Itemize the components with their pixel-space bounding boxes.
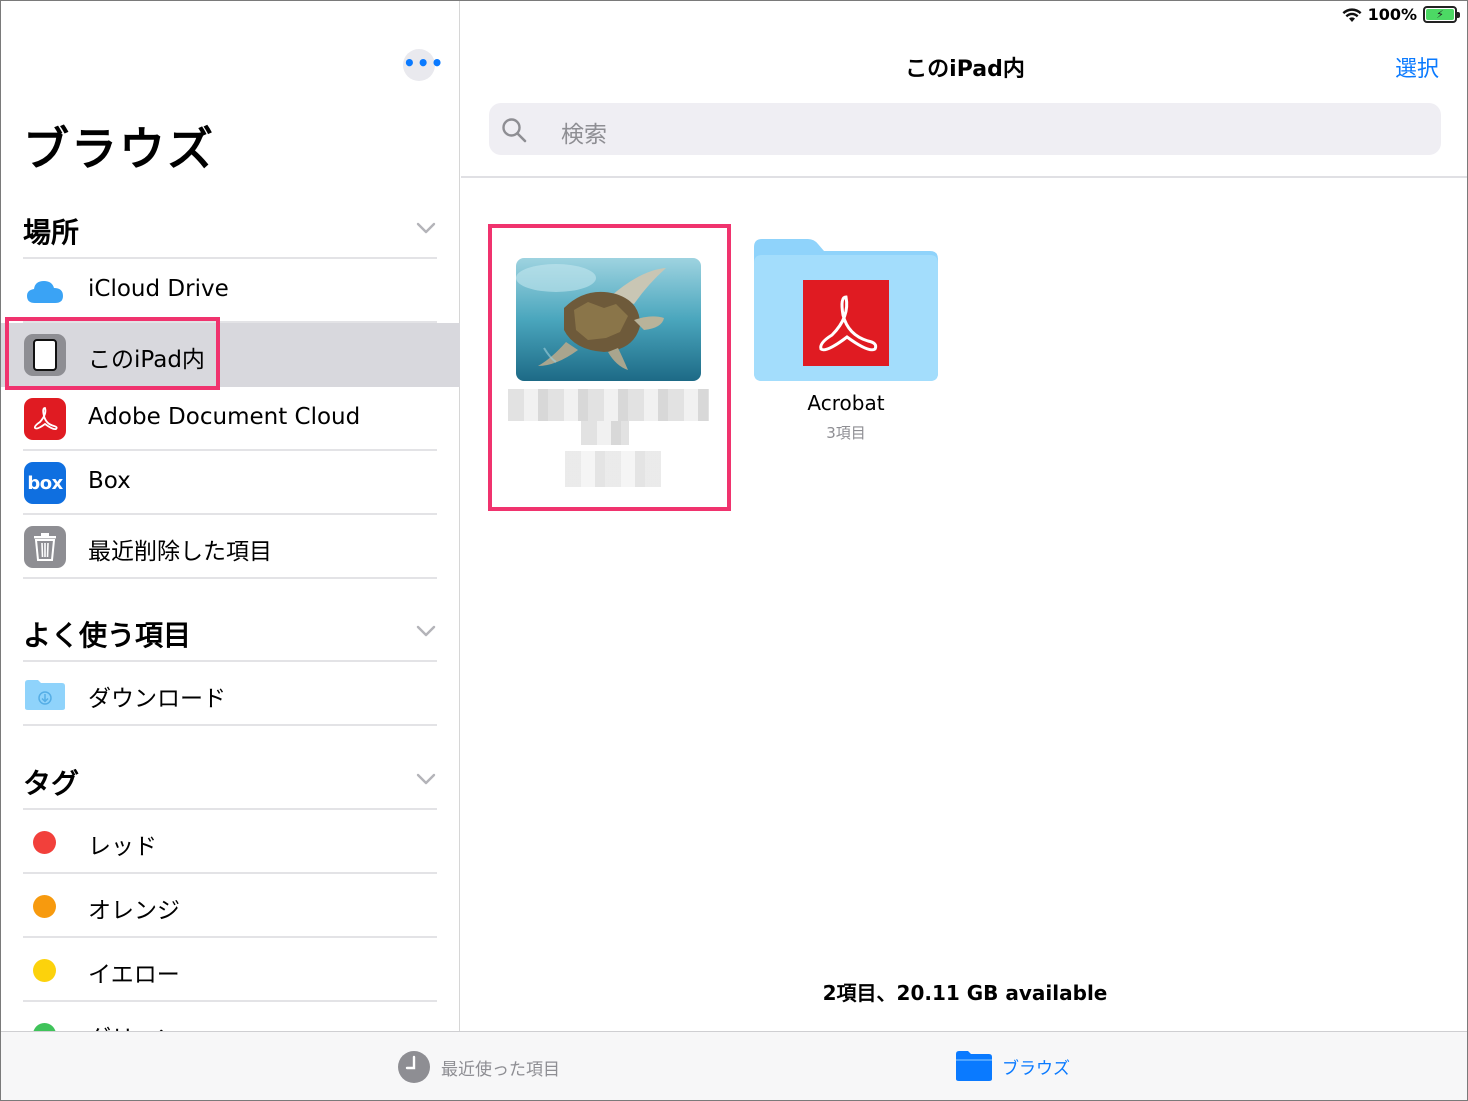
tag-color-dot xyxy=(33,959,56,982)
tab-bar: 最近使った項目 ブラウズ xyxy=(1,1031,1467,1100)
chevron-down-icon[interactable] xyxy=(415,620,437,642)
tag-color-dot xyxy=(33,831,56,854)
locations-list: iCloud Drive このiPad内 Adobe Document Clou… xyxy=(1,259,460,579)
sidebar-item-tag-red[interactable]: レッド xyxy=(1,810,460,874)
adobe-icon xyxy=(24,398,66,440)
tab-browse[interactable]: ブラウズ xyxy=(956,1050,1070,1082)
icloud-icon xyxy=(24,270,66,312)
box-icon: box xyxy=(24,462,66,504)
sidebar: ••• ブラウズ 場所 iCloud Drive このiPad内 Adobe D… xyxy=(1,1,460,1052)
folder-item-acrobat[interactable] xyxy=(754,237,938,381)
section-header-favorites[interactable]: よく使う項目 xyxy=(23,608,437,658)
sidebar-item-label: Adobe Document Cloud xyxy=(88,404,361,430)
section-header-locations[interactable]: 場所 xyxy=(23,205,437,255)
sidebar-item-box[interactable]: box Box xyxy=(1,451,460,515)
trash-icon xyxy=(24,526,66,568)
folder-name: Acrobat xyxy=(807,391,885,415)
tab-recents[interactable]: 最近使った項目 xyxy=(397,1050,560,1084)
section-header-tags[interactable]: タグ xyxy=(23,756,437,806)
section-header-label: タグ xyxy=(23,767,80,800)
section-header-label: よく使う項目 xyxy=(23,619,192,652)
tab-label: ブラウズ xyxy=(1002,1058,1070,1079)
sidebar-item-label: レッド xyxy=(88,834,157,860)
downloads-folder-icon xyxy=(24,673,66,715)
sidebar-item-tag-yellow[interactable]: イエロー xyxy=(1,938,460,1002)
sidebar-item-tag-orange[interactable]: オレンジ xyxy=(1,874,460,938)
sidebar-item-label: Box xyxy=(88,468,131,494)
tag-color-dot xyxy=(33,895,56,918)
sidebar-item-label: iCloud Drive xyxy=(88,276,229,302)
tags-list: レッド オレンジ イエロー グリーン xyxy=(1,810,460,1066)
page-title: このiPad内 xyxy=(905,57,1025,82)
select-button[interactable]: 選択 xyxy=(1395,51,1439,83)
chevron-down-icon[interactable] xyxy=(415,768,437,790)
acrobat-folder-icon xyxy=(754,239,938,381)
divider xyxy=(461,176,1467,178)
folder-icon xyxy=(956,1051,992,1081)
sidebar-item-label: イエロー xyxy=(88,962,180,988)
sidebar-item-label: 最近削除した項目 xyxy=(88,539,272,565)
chevron-down-icon[interactable] xyxy=(415,217,437,239)
highlight-box-image-file xyxy=(488,224,731,511)
main-pane: このiPad内 選択 検索 Acrobat 3項目 2項目、20.11 GB a… xyxy=(461,1,1467,1031)
storage-status: 2項目、20.11 GB available xyxy=(822,981,1108,1005)
folder-item-count: 3項目 xyxy=(826,424,866,442)
sidebar-item-label: オレンジ xyxy=(88,898,180,924)
tab-label: 最近使った項目 xyxy=(441,1059,560,1080)
sidebar-title: ブラウズ xyxy=(23,122,215,176)
search-icon xyxy=(502,118,527,143)
ipad-files-app: 100% ⚡ ••• ブラウズ 場所 iCloud Drive このiPad内 … xyxy=(0,0,1468,1101)
search-input[interactable]: 検索 xyxy=(489,103,1441,155)
sidebar-item-adobe-document-cloud[interactable]: Adobe Document Cloud xyxy=(1,387,460,451)
favorites-list: ダウンロード xyxy=(1,662,460,726)
search-placeholder: 検索 xyxy=(561,122,607,148)
highlight-box-this-ipad xyxy=(5,317,220,390)
section-header-label: 場所 xyxy=(23,216,80,249)
more-options-button[interactable]: ••• xyxy=(403,49,443,81)
sidebar-item-label: ダウンロード xyxy=(88,686,226,712)
clock-icon xyxy=(398,1051,430,1083)
sidebar-item-icloud-drive[interactable]: iCloud Drive xyxy=(1,259,460,323)
sidebar-item-recently-deleted[interactable]: 最近削除した項目 xyxy=(1,515,460,579)
sidebar-item-downloads[interactable]: ダウンロード xyxy=(1,662,460,726)
